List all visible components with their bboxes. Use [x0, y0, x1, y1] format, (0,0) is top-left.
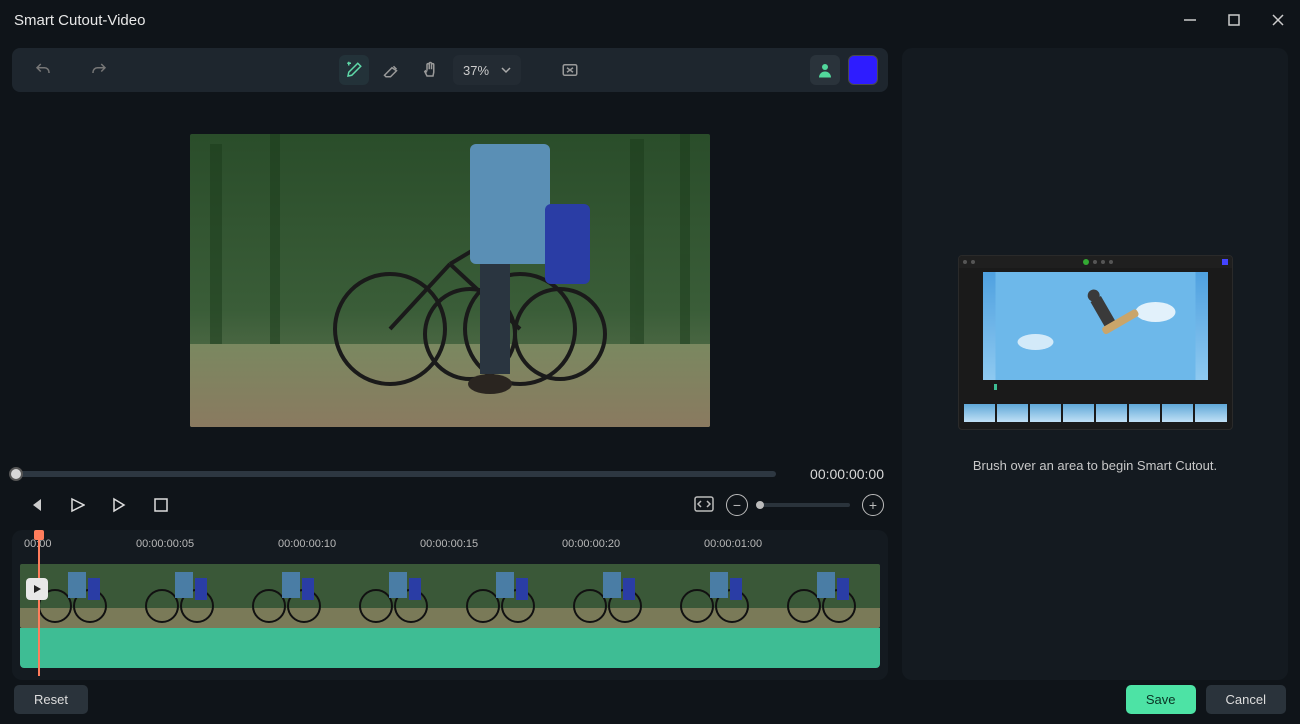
cancel-button[interactable]: Cancel — [1206, 685, 1286, 714]
video-preview[interactable] — [190, 134, 710, 427]
stop-button[interactable] — [152, 496, 170, 514]
ruler-mark: 00:00:00:20 — [562, 538, 620, 550]
fit-button[interactable] — [694, 496, 714, 515]
person-icon — [816, 61, 834, 79]
video-clip-track[interactable] — [20, 564, 880, 628]
compare-button[interactable] — [555, 55, 585, 85]
close-button[interactable] — [1270, 12, 1286, 28]
zoom-slider[interactable] — [760, 503, 850, 507]
pan-tool-button[interactable] — [415, 55, 445, 85]
maximize-button[interactable] — [1226, 12, 1242, 28]
scrub-track[interactable] — [16, 471, 776, 477]
ruler-mark: 00:00:01:00 — [704, 538, 762, 550]
ruler-mark: 00:00:00:05 — [136, 538, 194, 550]
zoom-slider-handle[interactable] — [756, 501, 764, 509]
save-button[interactable]: Save — [1126, 685, 1196, 714]
minimize-button[interactable] — [1182, 12, 1198, 28]
zoom-value: 37% — [463, 63, 489, 78]
zoom-out-button[interactable]: − — [726, 494, 748, 516]
timecode-display: 00:00:00:00 — [794, 466, 884, 482]
playback-controls: − + — [12, 482, 888, 516]
ruler-mark: 00:00:00:15 — [420, 538, 478, 550]
help-message: Brush over an area to begin Smart Cutout… — [973, 458, 1217, 473]
timeline-ruler[interactable]: 00:00 00:00:00:05 00:00:00:10 00:00:00:1… — [20, 538, 884, 562]
bottom-bar: Reset Save Cancel — [0, 675, 1300, 724]
clip-play-icon — [26, 578, 48, 600]
ruler-mark: 00:00:00:10 — [278, 538, 336, 550]
reset-button[interactable]: Reset — [14, 685, 88, 714]
eraser-tool-button[interactable] — [377, 55, 407, 85]
zoom-in-button[interactable]: + — [862, 494, 884, 516]
audio-track[interactable] — [20, 628, 880, 668]
window-title: Smart Cutout-Video — [14, 12, 145, 29]
window-controls — [1182, 12, 1286, 28]
help-preview-thumbnail — [958, 255, 1233, 430]
brush-tool-button[interactable] — [339, 55, 369, 85]
scrub-bar: 00:00:00:00 — [12, 466, 888, 482]
timeline: 00:00 00:00:00:05 00:00:00:10 00:00:00:1… — [12, 530, 888, 680]
next-frame-button[interactable] — [110, 496, 128, 514]
scrub-handle[interactable] — [9, 467, 23, 481]
titlebar: Smart Cutout-Video — [0, 0, 1300, 40]
canvas-area — [12, 92, 888, 458]
prev-frame-button[interactable] — [26, 496, 44, 514]
zoom-dropdown[interactable]: 37% — [453, 55, 521, 85]
toolbar: 37% — [12, 48, 888, 92]
play-button[interactable] — [68, 496, 86, 514]
undo-button[interactable] — [28, 55, 58, 85]
redo-button[interactable] — [84, 55, 114, 85]
chevron-down-icon — [501, 65, 511, 75]
mask-color-swatch[interactable] — [848, 55, 878, 85]
help-panel: Brush over an area to begin Smart Cutout… — [902, 48, 1288, 680]
mask-preview-button[interactable] — [810, 55, 840, 85]
editor-panel: 37% — [12, 48, 888, 680]
timeline-playhead[interactable] — [38, 534, 40, 676]
